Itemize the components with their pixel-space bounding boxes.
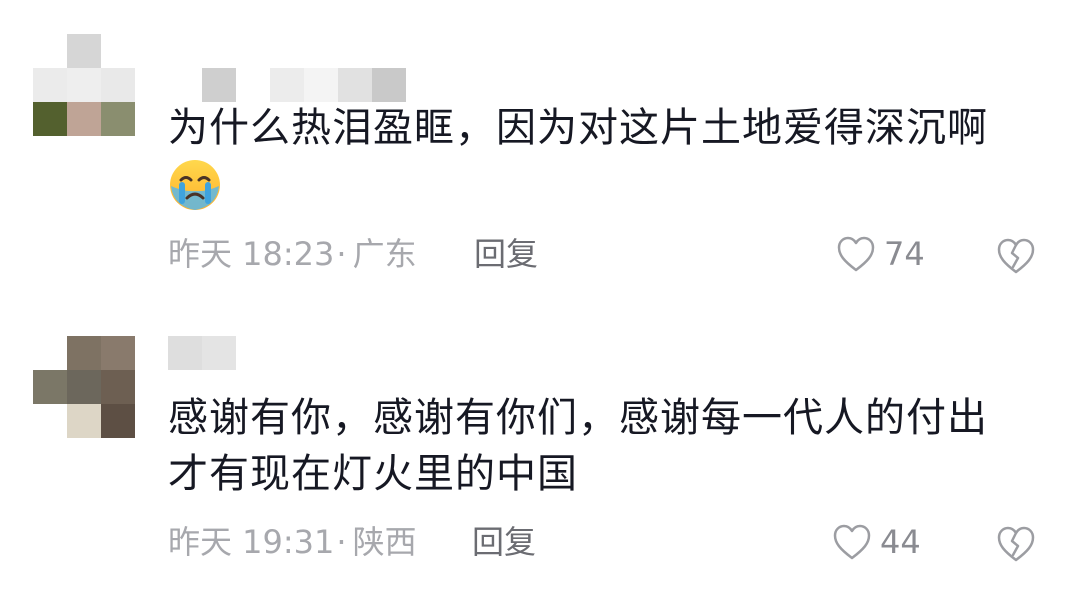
avatar-pixel — [33, 68, 67, 102]
separator-dot: · — [336, 523, 347, 561]
comment-text-line: 才有现在灯火里的中国 — [168, 451, 578, 497]
avatar-pixel — [101, 404, 135, 438]
avatar-pixel — [67, 102, 101, 136]
avatar-pixel — [67, 34, 101, 68]
username-blurred[interactable] — [168, 68, 406, 102]
like-count: 44 — [880, 523, 921, 561]
like-button[interactable]: 74 — [836, 234, 925, 274]
avatar-pixel — [33, 336, 67, 370]
heart-outline-icon[interactable] — [836, 235, 876, 273]
avatar-pixel — [101, 336, 135, 370]
comment-text: 感谢有你，感谢有你们，感谢每一代人的付出 才有现在灯火里的中国 — [168, 390, 1048, 502]
comment-meta: 昨天 19:31 · 陕西 — [168, 522, 417, 562]
avatar-pixel — [33, 404, 67, 438]
separator-dot: · — [336, 235, 347, 273]
comment-text: 为什么热泪盈眶，因为对这片土地爱得深沉啊 — [168, 105, 988, 151]
broken-heart-icon[interactable] — [996, 524, 1036, 564]
avatar[interactable] — [33, 336, 135, 438]
comment-time: 昨天 19:31 — [168, 523, 335, 561]
heart-outline-icon[interactable] — [832, 523, 872, 561]
comment-item: 感谢有你，感谢有你们，感谢每一代人的付出 才有现在灯火里的中国 昨天 19:31… — [0, 300, 1080, 605]
avatar[interactable] — [33, 34, 135, 136]
like-count: 74 — [884, 235, 925, 273]
comment-meta: 昨天 18:23 · 广东 — [168, 234, 417, 274]
avatar-pixel — [67, 336, 101, 370]
avatar-pixel — [101, 102, 135, 136]
comment-time: 昨天 18:23 — [168, 235, 335, 273]
avatar-pixel — [33, 102, 67, 136]
comment-text-line: 感谢有你，感谢有你们，感谢每一代人的付出 — [168, 395, 988, 441]
avatar-pixel — [67, 404, 101, 438]
comment-location: 广东 — [352, 235, 417, 273]
broken-heart-icon[interactable] — [996, 236, 1036, 276]
avatar-pixel — [67, 370, 101, 404]
avatar-pixel — [101, 34, 135, 68]
like-button[interactable]: 44 — [832, 522, 921, 562]
comment-item: 为什么热泪盈眶，因为对这片土地爱得深沉啊 昨天 18:23 · 广东 回复 74 — [0, 0, 1080, 300]
reply-button[interactable]: 回复 — [474, 234, 538, 274]
username-blurred[interactable] — [168, 336, 236, 370]
crying-face-icon — [170, 160, 220, 210]
avatar-pixel — [101, 370, 135, 404]
avatar-pixel — [33, 370, 67, 404]
reply-button[interactable]: 回复 — [472, 522, 536, 562]
avatar-pixel — [101, 68, 135, 102]
comment-location: 陕西 — [352, 523, 417, 561]
avatar-pixel — [33, 34, 67, 68]
avatar-pixel — [67, 68, 101, 102]
